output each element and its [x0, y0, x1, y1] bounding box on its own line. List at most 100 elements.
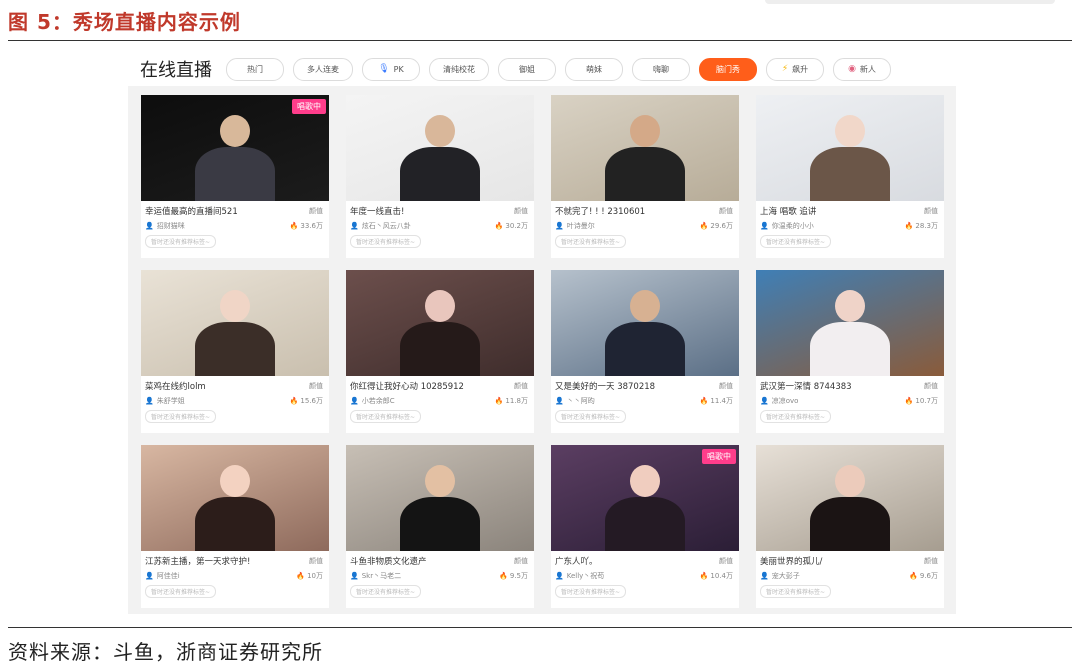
stream-card[interactable]: 唱歌中 广东人吖。 颜值 👤 Kelly丶祝苟 🔥 10.4万 暂时还没有推荐标签~ — [551, 445, 739, 608]
user-icon: 👤 — [145, 572, 154, 580]
stream-card[interactable]: 武汉第一深情 8744383 颜值 👤 凉凉ovo 🔥 10.7万 暂时还没有推荐标签~ — [756, 270, 944, 433]
tab-3[interactable]: 清纯校花 — [429, 57, 489, 81]
tab-label: 新人 — [859, 64, 876, 74]
recommend-tag: 暂时还没有推荐标签~ — [555, 235, 627, 248]
bottom-rule — [8, 627, 1072, 628]
view-count-text: 15.6万 — [300, 397, 323, 405]
streamer-name-text: 凉凉ovo — [771, 397, 799, 405]
heat-icon: 🔥 — [289, 222, 299, 230]
tab-6[interactable]: 嗨聊 — [632, 57, 690, 81]
streamer-silhouette — [605, 322, 685, 376]
user-icon: 👤 — [555, 222, 564, 230]
streamer-face — [220, 115, 250, 147]
heat-icon: 🔥 — [699, 572, 709, 580]
view-count: 🔥 10万 — [296, 571, 323, 581]
stream-title: 上海 唱歌 追讲 — [760, 207, 817, 217]
heat-icon: 🔥 — [289, 397, 299, 405]
stream-title: 你红得让我好心动 10285912 — [350, 382, 464, 392]
stream-title: 不就完了! ! ! 2310601 — [555, 207, 646, 217]
recommend-tag: 暂时还没有推荐标签~ — [760, 410, 832, 423]
stream-thumbnail[interactable] — [551, 270, 739, 376]
stream-thumbnail[interactable] — [346, 445, 534, 551]
tab-1[interactable]: 多人连麦 — [293, 57, 353, 81]
tab-label: 萌妹 — [586, 64, 602, 74]
stream-card[interactable]: 斗鱼非物质文化遗产 颜值 👤 Skr丶马老二 🔥 9.5万 暂时还没有推荐标签~ — [346, 445, 534, 608]
stream-thumbnail[interactable] — [551, 95, 739, 201]
streamer-name: 👤 招财猫咪 — [145, 221, 185, 231]
view-count-text: 10.7万 — [915, 397, 938, 405]
lightning-icon: ⚡ — [781, 64, 789, 74]
stream-card[interactable]: 不就完了! ! ! 2310601 颜值 👤 叶诗曼尔 🔥 29.6万 暂时还没有推荐标签~ — [551, 95, 739, 258]
view-count-text: 10万 — [307, 572, 323, 580]
recommend-tag: 暂时还没有推荐标签~ — [555, 585, 627, 598]
mic-icon: 🎙 — [378, 64, 390, 74]
tab-9[interactable]: ◉ 新人 — [833, 57, 891, 81]
streamer-name-text: 你温柔的小小 — [771, 222, 814, 230]
streamer-silhouette — [195, 497, 275, 551]
stream-thumbnail[interactable] — [756, 445, 944, 551]
recommend-tag: 暂时还没有推荐标签~ — [145, 235, 217, 248]
tab-2[interactable]: 🎙 PK — [362, 57, 420, 81]
heat-icon: 🔥 — [494, 397, 504, 405]
view-count-text: 9.6万 — [919, 572, 938, 580]
tab-label: 嗨聊 — [653, 64, 669, 74]
stream-title: 年度一线直击! — [350, 207, 405, 217]
view-count-text: 33.6万 — [300, 222, 323, 230]
stream-category: 颜值 — [924, 557, 938, 565]
tab-8[interactable]: ⚡ 飙升 — [766, 57, 824, 81]
stream-card[interactable]: 又是美好的一天 3870218 颜值 👤 丶丶阿昀 🔥 11.4万 暂时还没有推荐标签~ — [551, 270, 739, 433]
stream-title: 斗鱼非物质文化遗产 — [350, 557, 427, 567]
live-header: 在线直播 热门 多人连麦 🎙 PK 清纯校花 御姐 萌妹 嗨聊 脑门秀 ⚡ 飙升 ◉ 新人 — [140, 55, 891, 83]
view-count-text: 28.3万 — [915, 222, 938, 230]
tab-label: 热门 — [247, 64, 263, 74]
recommend-tag: 暂时还没有推荐标签~ — [350, 585, 422, 598]
streamer-face — [835, 465, 865, 497]
stream-category: 颜值 — [514, 382, 528, 390]
stream-thumbnail[interactable] — [756, 95, 944, 201]
tab-5[interactable]: 萌妹 — [565, 57, 623, 81]
stream-title: 江苏新主播，第一天求守护! — [145, 557, 251, 567]
stream-card[interactable]: 你红得让我好心动 10285912 颜值 👤 小若余郎C 🔥 11.8万 暂时还没有推荐标签… — [346, 270, 534, 433]
stream-card[interactable]: 年度一线直击! 颜值 👤 炫石丶风云八卦 🔥 30.2万 暂时还没有推荐标签~ — [346, 95, 534, 258]
stream-thumbnail[interactable] — [346, 270, 534, 376]
streamer-name-text: 炫石丶风云八卦 — [361, 222, 411, 230]
user-icon: 👤 — [350, 222, 359, 230]
streamer-name: 👤 宠大彭子 — [760, 571, 800, 581]
stream-category: 颜值 — [514, 557, 528, 565]
stream-thumbnail[interactable] — [141, 445, 329, 551]
streamer-name-text: 小若余郎C — [361, 397, 395, 405]
view-count-text: 11.4万 — [710, 397, 733, 405]
streamer-name-text: 招财猫咪 — [156, 222, 185, 230]
top-rule — [8, 40, 1072, 41]
stream-category: 颜值 — [719, 207, 733, 215]
heat-icon: 🔥 — [699, 397, 709, 405]
streamer-name: 👤 你温柔的小小 — [760, 221, 814, 231]
tab-7[interactable]: 脑门秀 — [699, 57, 757, 81]
streamer-face — [220, 465, 250, 497]
streamer-name-text: 朱舒学姐 — [156, 397, 185, 405]
stream-thumbnail[interactable] — [756, 270, 944, 376]
stream-card[interactable]: 美丽世界的孤儿/颜值 👤 宠大彭子 🔥 9.6万 暂时还没有推荐标签~ — [756, 445, 944, 608]
stream-thumbnail[interactable] — [346, 95, 534, 201]
stream-card[interactable]: 江苏新主播，第一天求守护! 颜值 👤 阿佳佳i 🔥 10万 暂时还没有推荐标签~ — [141, 445, 329, 608]
streamer-name-text: Skr丶马老二 — [361, 572, 402, 580]
streamer-name: 👤 朱舒学姐 — [145, 396, 185, 406]
stream-card[interactable]: 上海 唱歌 追讲 颜值 👤 你温柔的小小 🔥 28.3万 暂时还没有推荐标签~ — [756, 95, 944, 258]
stream-card[interactable]: 唱歌中 幸运值最高的直播间521 颜值 👤 招财猫咪 🔥 33.6万 暂时还没有推荐标签~ — [141, 95, 329, 258]
view-count: 🔥 15.6万 — [290, 396, 323, 406]
tab-0[interactable]: 热门 — [226, 57, 284, 81]
stream-thumbnail[interactable]: 唱歌中 — [141, 95, 329, 201]
heat-icon: 🔥 — [699, 222, 709, 230]
recommend-tag: 暂时还没有推荐标签~ — [760, 235, 832, 248]
streamer-name: 👤 Skr丶马老二 — [350, 571, 401, 581]
stream-card[interactable]: 菜鸡在线约lolm 颜值 👤 朱舒学姐 🔥 15.6万 暂时还没有推荐标签~ — [141, 270, 329, 433]
stream-category: 颜值 — [719, 382, 733, 390]
stream-category: 颜值 — [309, 557, 323, 565]
view-count-text: 9.5万 — [509, 572, 528, 580]
tab-4[interactable]: 御姐 — [498, 57, 556, 81]
view-count: 🔥 30.2万 — [495, 221, 528, 231]
stream-thumbnail[interactable]: 唱歌中 — [551, 445, 739, 551]
streamer-face — [630, 115, 660, 147]
view-count: 🔥 10.7万 — [905, 396, 938, 406]
stream-thumbnail[interactable] — [141, 270, 329, 376]
